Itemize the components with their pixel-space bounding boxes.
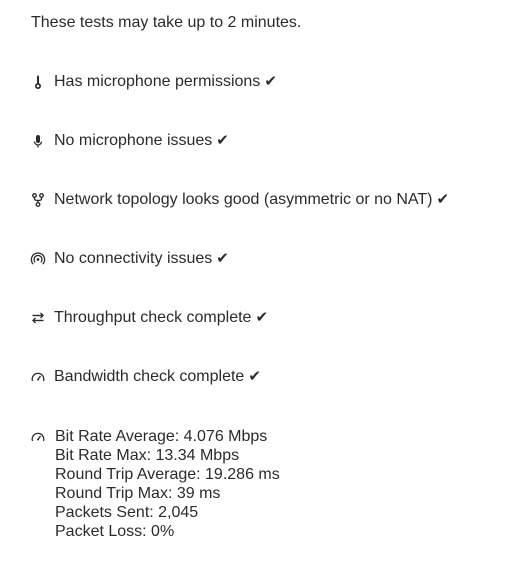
checkmark-icon: ✔ [216, 132, 229, 149]
check-connectivity: No connectivity issues ✔ [30, 249, 229, 269]
stat-round-trip-max: Round Trip Max: 39 ms [55, 485, 221, 502]
check-label: Throughput check complete [54, 309, 252, 326]
checkmark-icon: ✔ [264, 73, 277, 90]
speedometer-icon [30, 369, 46, 385]
speedometer-icon [30, 429, 46, 445]
intro-text: These tests may take up to 2 minutes. [31, 14, 302, 31]
check-bandwidth: Bandwidth check complete ✔ [30, 367, 261, 387]
check-network-topology: Network topology looks good (asymmetric … [30, 190, 449, 210]
check-label: No microphone issues [54, 132, 213, 149]
check-label: No connectivity issues [54, 250, 213, 267]
check-label: Network topology looks good (asymmetric … [54, 191, 433, 208]
stat-bit-rate-average: Bit Rate Average: 4.076 Mbps [55, 428, 268, 445]
check-label: Bandwidth check complete [54, 368, 245, 385]
stat-packets-sent: Packets Sent: 2,045 [55, 504, 199, 521]
stats-block: Bit Rate Average: 4.076 Mbps Bit Rate Ma… [30, 427, 280, 541]
connectivity-icon [30, 251, 46, 267]
check-throughput: Throughput check complete ✔ [30, 308, 268, 328]
thermometer-icon [30, 74, 46, 90]
checkmark-icon: ✔ [255, 309, 269, 326]
check-microphone-issues: No microphone issues ✔ [30, 131, 229, 151]
network-topology-icon [30, 192, 46, 208]
microphone-icon [30, 133, 46, 149]
stat-round-trip-average: Round Trip Average: 19.286 ms [55, 466, 280, 483]
checkmark-icon: ✔ [248, 368, 261, 385]
checkmark-icon: ✔ [216, 250, 229, 267]
check-label: Has microphone permissions [54, 73, 261, 90]
stat-packet-loss: Packet Loss: 0% [55, 523, 175, 540]
swap-arrows-icon [30, 310, 46, 326]
stats-list: Bit Rate Average: 4.076 Mbps Bit Rate Ma… [55, 427, 280, 541]
check-microphone-permissions: Has microphone permissions ✔ [30, 72, 277, 92]
stat-bit-rate-max: Bit Rate Max: 13.34 Mbps [55, 447, 240, 464]
checkmark-icon: ✔ [436, 191, 450, 208]
